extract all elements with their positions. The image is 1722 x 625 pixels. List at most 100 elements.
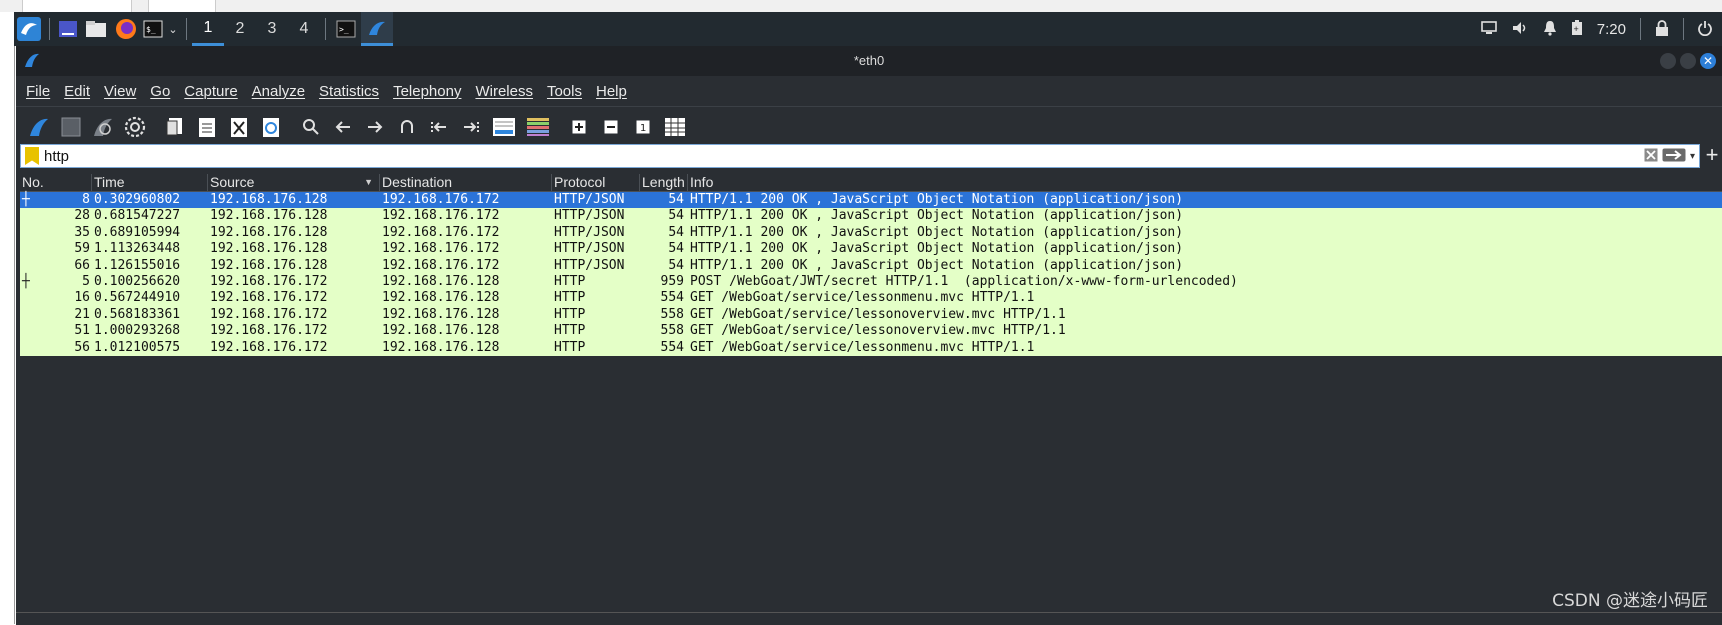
- menu-file[interactable]: File: [26, 83, 50, 100]
- related-packet-marker-icon: ┼: [22, 192, 30, 207]
- last-packet-icon[interactable]: [458, 113, 484, 141]
- packet-row[interactable]: 51 1.000293268 192.168.176.172 192.168.176.…: [20, 323, 1722, 340]
- go-forward-arrow-icon[interactable]: [362, 113, 388, 141]
- clear-filter-icon[interactable]: [1644, 148, 1658, 165]
- firefox-icon[interactable]: [111, 12, 141, 46]
- maximize-button[interactable]: [1680, 53, 1696, 69]
- go-to-packet-icon[interactable]: [394, 113, 420, 141]
- packet-row[interactable]: 16 0.567244910 192.168.176.172 192.168.176.…: [20, 290, 1722, 307]
- close-file-icon[interactable]: [226, 113, 252, 141]
- column-header-protocol[interactable]: Protocol: [552, 174, 640, 191]
- packet-info: GET /WebGoat/service/lessonmenu.mvc HTTP…: [690, 339, 1035, 355]
- packet-row[interactable]: 5 0.100256620 192.168.176.172 192.168.176.1…: [20, 273, 1722, 291]
- menu-statistics[interactable]: Statistics: [319, 83, 379, 100]
- column-header-source[interactable]: Source ▼: [208, 174, 380, 191]
- menu-help[interactable]: Help: [596, 83, 627, 100]
- window-title: *eth0: [853, 53, 885, 68]
- volume-icon[interactable]: [1511, 20, 1529, 39]
- packet-row[interactable]: 59 1.113263448 192.168.176.128 192.168.176.…: [20, 241, 1722, 258]
- display-icon[interactable]: [1480, 20, 1497, 38]
- open-file-icon[interactable]: [162, 113, 188, 141]
- workspace-2[interactable]: 2: [224, 12, 256, 46]
- packet-source: 192.168.176.172: [210, 323, 328, 339]
- svg-text:1: 1: [640, 123, 646, 134]
- stop-capture-icon[interactable]: [58, 113, 84, 141]
- menu-telephony[interactable]: Telephony: [393, 83, 461, 100]
- zoom-in-icon[interactable]: [566, 113, 592, 141]
- workspace-1[interactable]: 1: [192, 12, 224, 46]
- save-file-icon[interactable]: [194, 113, 220, 141]
- packet-row[interactable]: 35 0.689105994 192.168.176.128 192.168.176.…: [20, 224, 1722, 242]
- close-button[interactable]: ✕: [1700, 53, 1716, 69]
- packet-row[interactable]: 21 0.568183361 192.168.176.172 192.168.176.…: [20, 306, 1722, 324]
- add-filter-button[interactable]: +: [1702, 144, 1722, 168]
- autoscroll-icon[interactable]: [490, 113, 518, 141]
- packet-time: 0.689105994: [94, 224, 181, 240]
- menu-go[interactable]: Go: [150, 83, 170, 100]
- menu-analyze[interactable]: Analyze: [252, 83, 305, 100]
- display-filter-input[interactable]: [44, 146, 1644, 166]
- column-header-info[interactable]: Info: [688, 174, 1722, 191]
- packet-protocol: HTTP/JSON: [554, 192, 625, 207]
- wireshark-window-icon[interactable]: [361, 12, 393, 46]
- packet-info: HTTP/1.1 200 OK , JavaScript Object Nota…: [690, 224, 1184, 240]
- main-toolbar: 1: [16, 106, 1722, 146]
- reload-file-icon[interactable]: [258, 113, 284, 141]
- menu-wireless[interactable]: Wireless: [475, 83, 533, 100]
- show-desktop-icon[interactable]: [55, 12, 81, 46]
- clock[interactable]: 7:20: [1597, 21, 1626, 38]
- find-packet-search-icon[interactable]: [298, 113, 324, 141]
- go-back-arrow-icon[interactable]: [330, 113, 356, 141]
- packet-row[interactable]: 66 1.126155016 192.168.176.128 192.168.176.…: [20, 257, 1722, 274]
- packet-info: HTTP/1.1 200 OK , JavaScript Object Nota…: [690, 208, 1184, 224]
- power-icon[interactable]: [1698, 20, 1712, 39]
- battery-icon[interactable]: +: [1571, 19, 1583, 39]
- workspace-4[interactable]: 4: [288, 12, 320, 46]
- packet-row[interactable]: 56 1.012100575 192.168.176.172 192.168.176.…: [20, 339, 1722, 356]
- packet-row[interactable]: 8 0.302960802 192.168.176.128 192.168.176.1…: [20, 192, 1722, 209]
- terminal-window-icon[interactable]: >_: [331, 12, 361, 46]
- first-packet-icon[interactable]: [426, 113, 452, 141]
- menu-edit[interactable]: Edit: [64, 83, 90, 100]
- packet-protocol: HTTP: [554, 339, 586, 355]
- packet-no: 51: [74, 323, 90, 339]
- packet-length: 54: [668, 257, 684, 273]
- resize-columns-icon[interactable]: [662, 113, 688, 141]
- packet-source: 192.168.176.172: [210, 306, 328, 322]
- packet-source: 192.168.176.128: [210, 241, 328, 257]
- packet-row[interactable]: 28 0.681547227 192.168.176.128 192.168.176.…: [20, 208, 1722, 225]
- packet-info: GET /WebGoat/service/lessonoverview.mvc …: [690, 323, 1066, 339]
- column-header-time[interactable]: Time: [92, 174, 208, 191]
- chevron-down-icon[interactable]: ⌄: [165, 12, 181, 46]
- column-header-no[interactable]: No.: [20, 174, 92, 191]
- capture-options-gear-icon[interactable]: [122, 113, 148, 141]
- menu-tools[interactable]: Tools: [547, 83, 582, 100]
- menu-view[interactable]: View: [104, 83, 136, 100]
- start-capture-fin-icon[interactable]: [26, 113, 52, 141]
- filter-bookmark-icon[interactable]: [25, 147, 39, 165]
- colorize-packet-list-icon[interactable]: [524, 113, 552, 141]
- packet-source: 192.168.176.172: [210, 339, 328, 355]
- packet-source: 192.168.176.128: [210, 208, 328, 224]
- filter-dropdown-icon[interactable]: ▾: [1690, 151, 1695, 162]
- column-header-destination[interactable]: Destination: [380, 174, 552, 191]
- lock-icon[interactable]: [1655, 19, 1669, 39]
- normal-size-icon[interactable]: 1: [630, 113, 656, 141]
- terminal-icon[interactable]: $_: [141, 12, 165, 46]
- bell-icon[interactable]: [1543, 20, 1557, 39]
- minimize-button[interactable]: [1660, 53, 1676, 69]
- column-header-length[interactable]: Length: [640, 174, 688, 191]
- packet-no: 28: [74, 208, 90, 224]
- packet-info: HTTP/1.1 200 OK , JavaScript Object Nota…: [690, 257, 1184, 273]
- packet-protocol: HTTP/JSON: [554, 224, 625, 240]
- packet-length: 554: [660, 290, 684, 306]
- workspace-3[interactable]: 3: [256, 12, 288, 46]
- packet-info: GET /WebGoat/service/lessonoverview.mvc …: [690, 306, 1066, 322]
- zoom-out-icon[interactable]: [598, 113, 624, 141]
- file-manager-icon[interactable]: [81, 12, 111, 46]
- apply-filter-arrow-icon[interactable]: [1662, 148, 1686, 165]
- packet-no: 66: [74, 257, 90, 273]
- restart-capture-icon[interactable]: [90, 113, 116, 141]
- menu-capture[interactable]: Capture: [184, 83, 237, 100]
- kali-menu-icon[interactable]: [14, 12, 44, 46]
